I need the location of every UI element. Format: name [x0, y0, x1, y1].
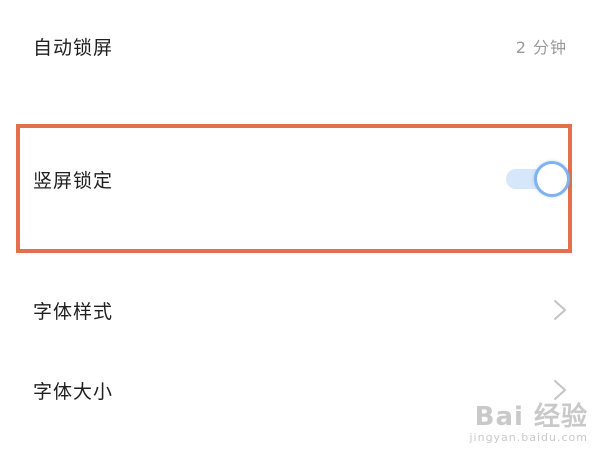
toggle-knob: [534, 161, 570, 197]
font-style-row[interactable]: 字体样式: [0, 286, 600, 334]
chevron-right-icon: [553, 299, 567, 321]
auto-lock-value: 2 分钟: [515, 38, 567, 57]
watermark-main: Bai 经验: [474, 402, 588, 432]
font-size-label: 字体大小: [33, 380, 114, 403]
rotation-lock-row: 竖屏锁定: [0, 155, 600, 203]
chevron-right-icon: [553, 379, 567, 401]
settings-screen: 自动锁屏 2 分钟 竖屏锁定 字体样式 字体大小 Bai 经验 jingyan.…: [0, 0, 600, 450]
auto-lock-row[interactable]: 自动锁屏 2 分钟: [0, 22, 600, 70]
font-style-label: 字体样式: [33, 300, 114, 323]
rotation-lock-toggle[interactable]: [506, 161, 570, 197]
watermark-sub: jingyan.baidu.com: [469, 431, 588, 444]
auto-lock-label: 自动锁屏: [33, 36, 114, 59]
baidu-jingyan-watermark: Bai 经验 jingyan.baidu.com: [448, 403, 588, 444]
rotation-lock-label: 竖屏锁定: [33, 169, 114, 192]
